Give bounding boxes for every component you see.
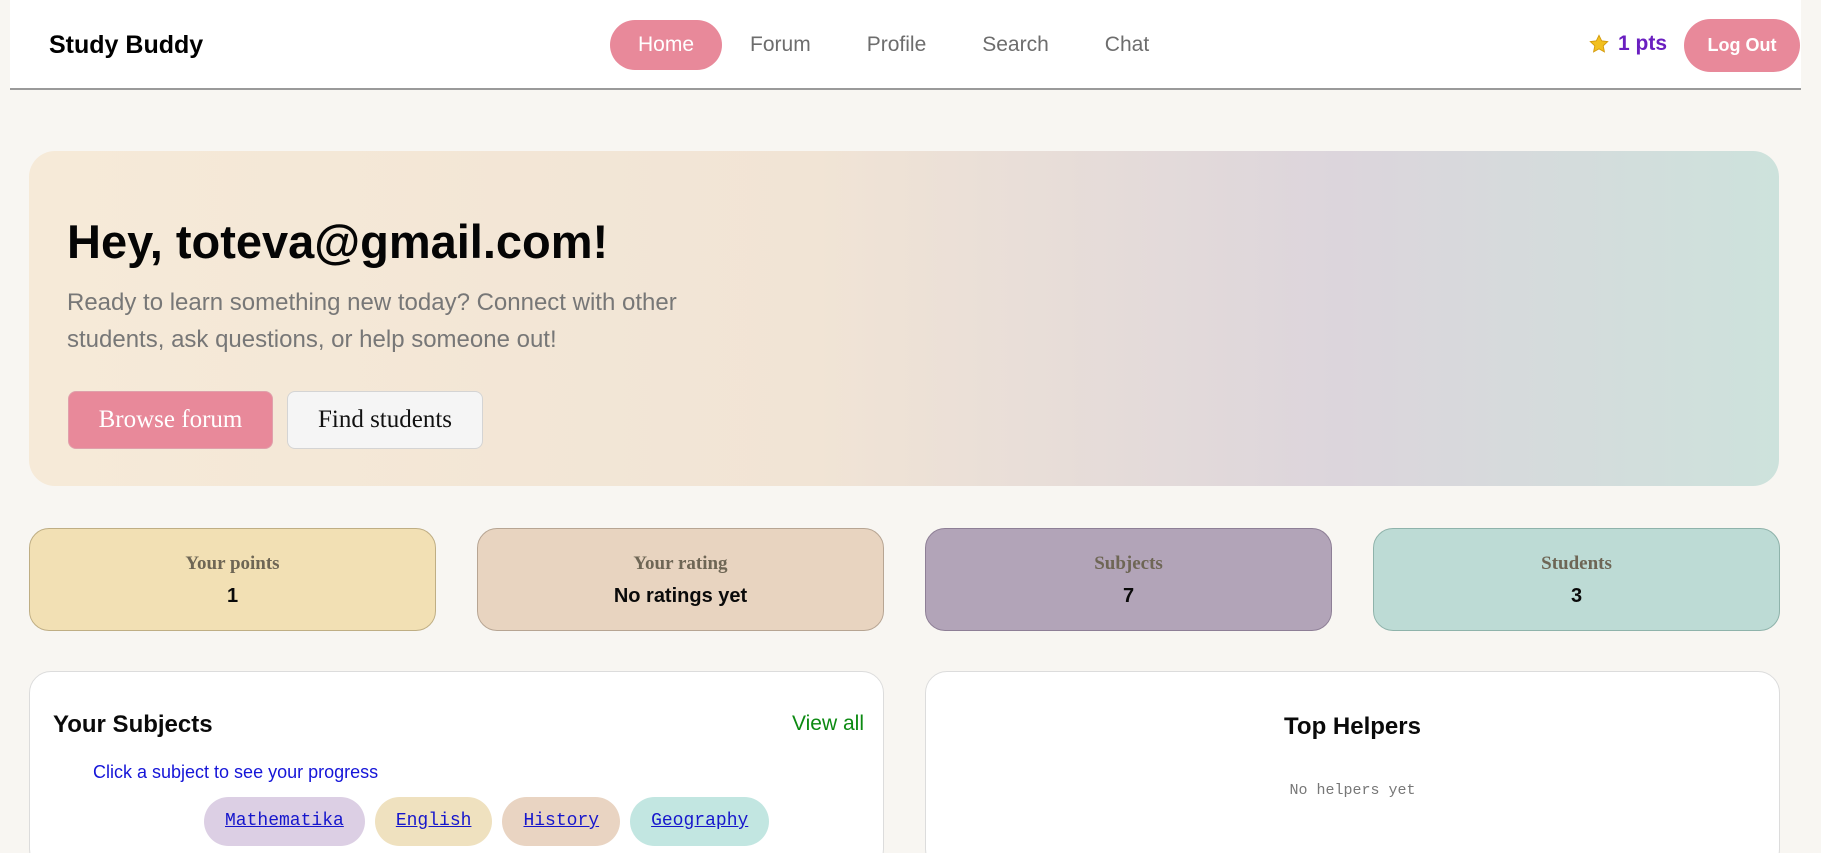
stat-card-rating: Your rating No ratings yet (477, 528, 884, 631)
hero-title: Hey, toteva@gmail.com! (67, 215, 609, 268)
stat-card-students: Students 3 (1373, 528, 1780, 631)
nav-profile[interactable]: Profile (839, 20, 955, 70)
stat-card-subjects: Subjects 7 (925, 528, 1332, 631)
subjects-hint: Click a subject to see your progress (93, 762, 379, 782)
stat-value: 3 (1570, 585, 1583, 607)
subject-chip-mathematika[interactable]: Mathematika (204, 797, 365, 846)
points-indicator: 1 pts (1588, 32, 1667, 56)
top-navbar: Study Buddy Home Forum Profile Search Ch… (10, 0, 1801, 90)
main-nav: Home Forum Profile Search Chat (610, 20, 1177, 70)
brand-logo-text[interactable]: Study Buddy (49, 31, 203, 60)
subject-chip-list: Mathematika English History Geography (204, 797, 770, 846)
browse-forum-button[interactable]: Browse forum (68, 391, 273, 449)
view-all-link[interactable]: View all (792, 712, 864, 736)
stat-card-points: Your points 1 (29, 528, 436, 631)
nav-chat[interactable]: Chat (1077, 20, 1177, 70)
subject-chip-english[interactable]: English (374, 797, 493, 846)
hero-subtitle: Ready to learn something new today? Conn… (67, 289, 677, 353)
subject-chip-history[interactable]: History (502, 797, 621, 846)
stat-label: Your points (185, 553, 280, 574)
stat-value: No ratings yet (613, 585, 748, 607)
your-subjects-title: Your Subjects (53, 711, 213, 738)
welcome-hero: Hey, toteva@gmail.com! Ready to learn so… (29, 151, 1779, 486)
stat-label: Students (1541, 553, 1612, 574)
find-students-button[interactable]: Find students (287, 391, 483, 449)
nav-forum[interactable]: Forum (722, 20, 839, 70)
subject-chip-geography[interactable]: Geography (630, 797, 770, 846)
top-helpers-card: Top Helpers No helpers yet (925, 671, 1780, 853)
stat-value: 1 (226, 585, 239, 607)
nav-search[interactable]: Search (954, 20, 1077, 70)
logout-button[interactable]: Log Out (1684, 19, 1800, 72)
points-label: 1 pts (1618, 32, 1668, 55)
stat-label: Subjects (1094, 553, 1163, 574)
nav-home[interactable]: Home (610, 20, 723, 70)
stat-label: Your rating (633, 553, 728, 574)
top-helpers-title: Top Helpers (1284, 713, 1421, 740)
your-subjects-card: Your Subjects View all Click a subject t… (29, 671, 884, 853)
stat-value: 7 (1122, 585, 1135, 607)
star-icon (1589, 34, 1609, 53)
no-helpers-message: No helpers yet (1289, 782, 1416, 799)
